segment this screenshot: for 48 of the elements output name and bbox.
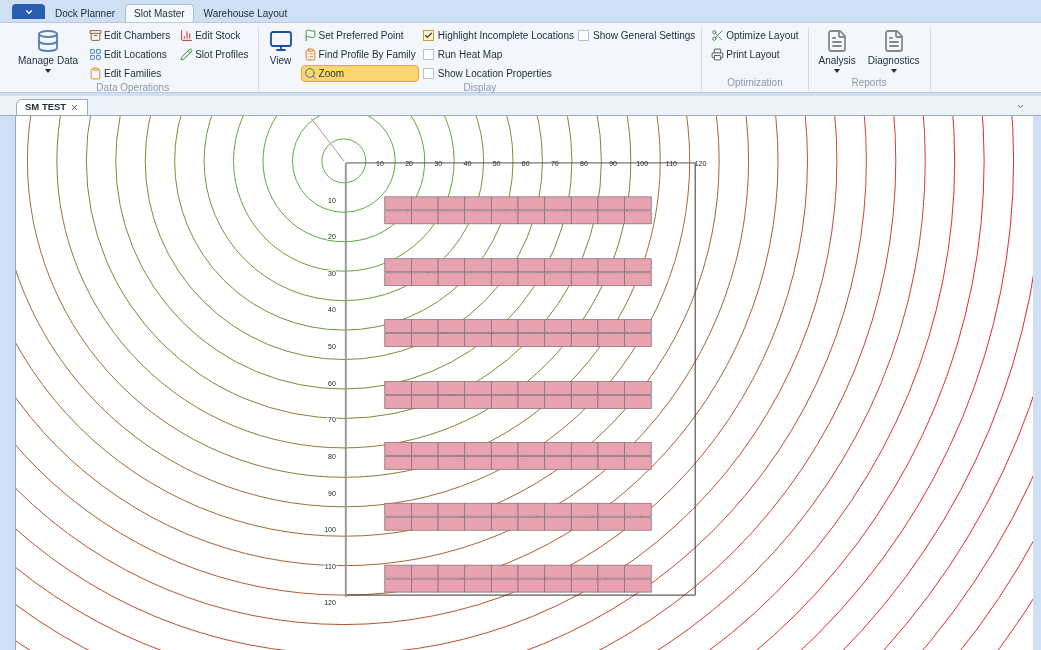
ribbon-button[interactable]: Edit Stock [177, 27, 252, 44]
application-menu-button[interactable] [12, 4, 45, 19]
flag-icon [303, 29, 317, 42]
bar-chart-icon [180, 29, 194, 42]
close-icon[interactable] [70, 103, 80, 112]
monitor-icon [268, 29, 293, 53]
ribbon-tab[interactable]: Slot Master [125, 4, 194, 22]
ribbon-button[interactable]: Slot Profiles [177, 46, 252, 63]
checkbox-label: Show General Settings [593, 29, 696, 43]
document-tab[interactable]: SM TEST [16, 99, 89, 115]
checkbox[interactable] [422, 30, 434, 41]
ribbon-tab[interactable]: Warehouse Layout [195, 4, 296, 22]
group-label: Optimization [726, 77, 784, 90]
checkbox-label: Highlight Incomplete Locations [437, 29, 574, 43]
checkbox[interactable] [422, 68, 434, 79]
ribbon-tab[interactable]: Dock Planner [47, 4, 124, 22]
ribbon-large-button[interactable]: Analysis [814, 27, 860, 73]
grid-icon [89, 48, 103, 61]
caret-icon [834, 69, 841, 73]
clipboard-icon [303, 48, 317, 61]
clipboard-icon [89, 67, 103, 80]
checkbox-label: Show Location Properties [437, 67, 552, 81]
cabinet-icon [89, 29, 103, 42]
printer-icon [711, 48, 725, 61]
ribbon-button[interactable]: Find Profile By Family [300, 46, 419, 63]
search-icon [303, 67, 317, 80]
ribbon-button[interactable]: Set Preferred Point [300, 27, 419, 44]
ribbon-large-button[interactable]: Manage Data [14, 27, 83, 73]
checkbox-label: Run Heat Map [437, 48, 503, 62]
ribbon-button[interactable]: Print Layout [708, 46, 802, 63]
ribbon-button[interactable]: Zoom [300, 65, 419, 82]
caret-icon [45, 69, 51, 73]
ribbon-button[interactable]: Edit Chambers [86, 27, 174, 44]
group-label: Reports [850, 77, 888, 90]
database-icon [36, 29, 60, 53]
pencil-icon [180, 48, 194, 61]
ribbon-button[interactable]: Optimize Layout [708, 27, 802, 44]
checkbox[interactable] [578, 30, 589, 41]
ribbon-button[interactable]: Edit Families [86, 65, 174, 82]
group-label: Data Operations [95, 82, 171, 95]
group-label: Display [462, 82, 498, 95]
ribbon-button[interactable]: Edit Locations [86, 46, 174, 63]
ribbon-large-button[interactable]: Diagnostics [863, 27, 924, 73]
dropdown-icon[interactable] [1016, 102, 1025, 111]
caret-icon [890, 69, 897, 73]
checkbox[interactable] [422, 49, 434, 60]
ribbon-large-button[interactable]: View [264, 27, 297, 73]
scissors-icon [711, 29, 725, 42]
